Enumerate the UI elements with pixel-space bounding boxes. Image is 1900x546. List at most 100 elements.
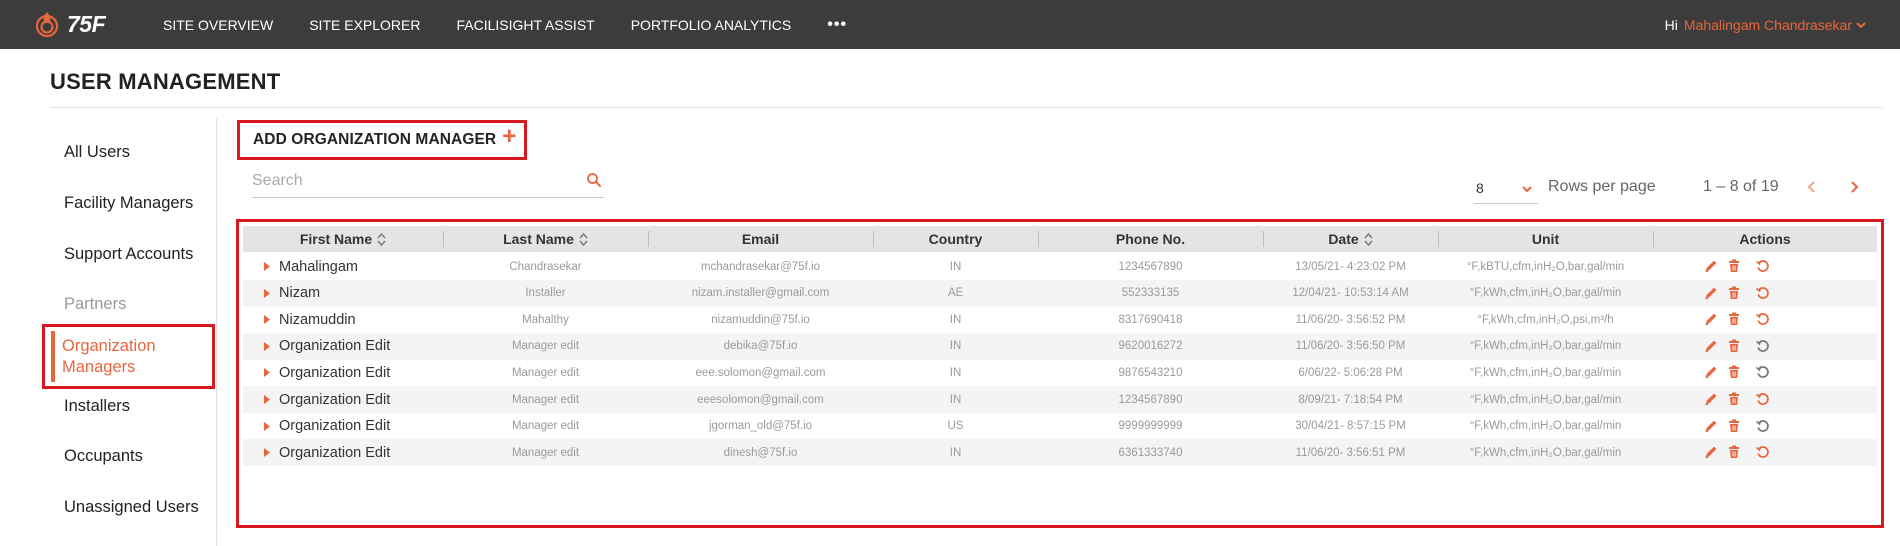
edit-icon[interactable] [1703,285,1719,301]
sidebar-item-installers[interactable]: Installers [64,397,130,416]
edit-icon[interactable] [1703,391,1719,407]
delete-icon[interactable] [1726,418,1742,434]
cell-country: IN [949,340,962,353]
cell-phone: 1234567890 [1118,393,1183,406]
user-greeting: Hi Mahalingam Chandrasekar [1665,0,1866,49]
cell-phone: 6361333740 [1118,446,1183,459]
cell-email: mchandrasekar@75f.io [700,260,821,273]
reset-password-icon[interactable] [1755,311,1771,327]
user-menu[interactable]: Mahalingam Chandrasekar [1684,17,1866,33]
search-icon[interactable] [586,172,602,188]
sidebar-item-support-accounts[interactable]: Support Accounts [64,245,193,264]
column-header-actions: Actions [1653,226,1877,252]
edit-icon[interactable] [1703,311,1719,327]
search-input[interactable] [252,168,572,194]
user-name: Mahalingam Chandrasekar [1683,16,1852,33]
cell-unit: °F,kBTU,cfm,inH₂O,bar,gal/min [1466,260,1625,273]
reset-password-icon[interactable] [1755,258,1771,274]
sidebar-item-facility-managers[interactable]: Facility Managers [64,194,193,213]
column-header-label: Country [928,231,983,247]
table-row[interactable]: Mahalingam Chandrasekar mchandrasekar@75f.… [243,253,1877,280]
nav-portfolio-analytics[interactable]: PORTFOLIO ANALYTICS [631,17,792,33]
sidebar-item-occupants[interactable]: Occupants [64,447,143,466]
cell-phone: 8317690418 [1118,313,1183,326]
expand-row-icon[interactable] [263,421,271,432]
chevron-right-icon[interactable] [1846,178,1862,196]
delete-icon[interactable] [1726,258,1742,274]
table-row[interactable]: Organization Edit Manager edit eeesolomon@… [243,386,1877,413]
edit-icon[interactable] [1703,258,1719,274]
sidebar-item-label-line1: Organization [62,337,156,355]
expand-row-icon[interactable] [263,341,271,352]
add-organization-manager-button[interactable]: ADD ORGANIZATION MANAGER + [237,120,527,160]
delete-icon[interactable] [1726,338,1742,354]
reset-password-icon[interactable] [1755,418,1771,434]
delete-icon[interactable] [1726,285,1742,301]
table-row[interactable]: Nizam Installer nizam.installer@gmail.com A… [243,279,1877,307]
delete-icon[interactable] [1726,311,1742,327]
cell-first: Nizam [279,285,321,302]
expand-row-icon[interactable] [263,367,271,378]
expand-row-icon[interactable] [263,314,271,325]
nav-more-button[interactable]: ••• [827,16,847,34]
rows-per-page-select[interactable]: 8 [1474,172,1538,204]
plus-icon: + [502,123,517,150]
sidebar-item-unassigned-users[interactable]: Unassigned Users [64,498,199,517]
cell-last: Chandrasekar [509,260,582,273]
nav-site-explorer[interactable]: SITE EXPLORER [309,17,420,33]
reset-password-icon[interactable] [1755,364,1771,380]
sort-icon[interactable] [1364,232,1373,246]
cell-country: IN [949,446,962,459]
expand-row-icon[interactable] [263,394,271,405]
nav-facilisight-assist[interactable]: FACILISIGHT ASSIST [456,17,594,33]
table-row[interactable]: Organization Edit Manager edit debika@75f.… [243,332,1877,360]
edit-icon[interactable] [1703,338,1719,354]
table-row[interactable]: Organization Edit Manager edit eee.solomon… [243,359,1877,386]
cell-last: Manager edit [511,340,580,353]
sort-icon[interactable] [377,232,386,246]
chevron-down-icon [1856,21,1866,28]
cell-date: 11/06/20- 3:56:52 PM [1295,313,1406,326]
edit-icon[interactable] [1703,364,1719,380]
sidebar-divider [216,118,217,546]
reset-password-icon[interactable] [1755,338,1771,354]
cell-email: eee.solomon@gmail.com [695,366,826,379]
table-row[interactable]: Organization Edit Manager edit dinesh@75f.… [243,439,1877,467]
cell-last: Manager edit [511,420,580,433]
cell-last: Mahalthy [522,313,569,326]
table-header: First Name Last Name Email Country Phone No.… [243,226,1877,252]
reset-password-icon[interactable] [1755,444,1771,460]
sidebar-item-organization-managers[interactable]: Organization Managers [42,324,215,389]
reset-password-icon[interactable] [1755,285,1771,301]
nav-site-overview[interactable]: SITE OVERVIEW [163,17,273,33]
sidebar-item-all-users[interactable]: All Users [64,143,130,162]
add-button-label: ADD ORGANIZATION MANAGER [253,131,497,148]
column-header-label: Email [741,231,780,247]
reset-password-icon[interactable] [1755,391,1771,407]
delete-icon[interactable] [1726,364,1742,380]
expand-row-icon[interactable] [263,447,271,458]
sidebar-item-label-line2: Managers [62,358,136,376]
column-separator [648,231,649,247]
logo[interactable]: 75F [33,10,106,38]
cell-phone: 9876543210 [1118,366,1183,379]
chevron-left-icon[interactable] [1804,178,1820,196]
edit-icon[interactable] [1703,418,1719,434]
edit-icon[interactable] [1703,444,1719,460]
cell-unit: °F,kWh,cfm,inH₂O,psi,m³/h [1477,313,1614,326]
column-header-date[interactable]: Date [1263,226,1438,252]
table-row[interactable]: Organization Edit Manager edit jgorman_old… [243,413,1877,440]
title-divider [50,107,1883,108]
expand-row-icon[interactable] [263,261,271,272]
cell-last: Manager edit [511,393,580,406]
table-row[interactable]: Nizamuddin Mahalthy nizamuddin@75f.io IN 831… [243,306,1877,333]
cell-country: IN [949,313,962,326]
column-header-label: First Name [299,231,373,247]
expand-row-icon[interactable] [263,288,271,299]
delete-icon[interactable] [1726,391,1742,407]
column-header-first-name[interactable]: First Name [243,226,443,252]
column-header-last-name[interactable]: Last Name [443,226,648,252]
sort-icon[interactable] [579,232,588,246]
delete-icon[interactable] [1726,444,1742,460]
active-indicator [51,331,55,382]
